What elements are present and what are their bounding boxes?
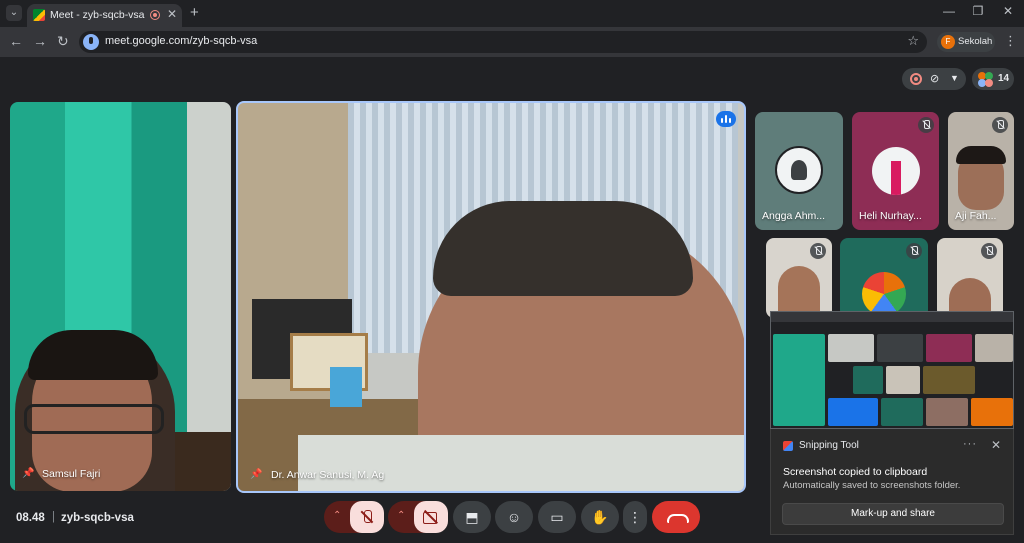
window-minimize-button[interactable]: — — [941, 4, 957, 18]
mic-off-icon — [981, 243, 997, 259]
snipping-tool-icon — [783, 441, 793, 451]
screenshot-preview[interactable] — [770, 311, 1014, 429]
video-tile-main-speaker[interactable]: 📌 Dr. Anwar Sanusi, M. Ag — [236, 101, 746, 493]
audio-settings-chevron-icon[interactable]: ⌃ — [333, 510, 341, 521]
captions-button[interactable]: ▭ — [538, 501, 576, 533]
tab-close-icon[interactable]: ✕ — [167, 7, 177, 21]
camera-off-icon: ⊘ — [930, 73, 940, 85]
meeting-code: zyb-sqcb-vsa — [61, 512, 134, 524]
mic-off-icon — [992, 117, 1008, 133]
preview-tile — [828, 398, 878, 426]
video-tile-angga[interactable]: Angga Ahm... — [755, 112, 843, 230]
avatar — [872, 147, 920, 195]
microphone-permission-icon[interactable] — [83, 34, 99, 50]
chevron-down-icon: ▼ — [950, 73, 959, 83]
preview-tile — [923, 366, 975, 394]
person-glasses — [24, 404, 164, 434]
window-restore-button[interactable]: ❐ — [970, 4, 986, 18]
recording-controls[interactable]: ⊘ ▼ — [902, 68, 966, 90]
separator: | — [52, 511, 55, 523]
participant-name: Dr. Anwar Sanusi, M. Ag — [271, 469, 385, 481]
more-options-icon[interactable]: ··· — [963, 438, 977, 450]
screen: ⌄ Meet - zyb-sqcb-vsa ✕ + — ❐ ✕ ← → ↻ me… — [0, 0, 1024, 543]
profile-name: Sekolah — [958, 36, 993, 47]
toast-subtitle: Automatically saved to screenshots folde… — [783, 480, 961, 491]
speaking-indicator-icon — [716, 111, 736, 127]
avatar — [775, 146, 823, 194]
video-settings-chevron-icon[interactable]: ⌃ — [397, 510, 405, 521]
mic-off-icon — [906, 243, 922, 259]
reactions-button[interactable]: ☺ — [495, 501, 533, 533]
preview-tile — [926, 398, 968, 426]
camera-control: ⌃ — [388, 501, 448, 533]
preview-browser-bar — [771, 312, 1013, 322]
preview-tile — [853, 366, 883, 394]
tab-meet[interactable]: Meet - zyb-sqcb-vsa ✕ — [27, 4, 182, 27]
preview-tile — [773, 334, 825, 426]
recording-icon — [910, 73, 922, 85]
video-tile-heli[interactable]: Heli Nurhay... — [852, 112, 939, 230]
participants-button[interactable]: 14 — [972, 68, 1014, 90]
bookmark-star-icon[interactable]: ☆ — [907, 33, 919, 49]
recording-indicator-icon — [150, 10, 160, 20]
tab-title: Meet - zyb-sqcb-vsa — [50, 9, 145, 21]
profile-avatar: F — [941, 35, 955, 49]
mic-off-icon — [918, 117, 934, 133]
participant-name: Samsul Fajri — [42, 468, 101, 480]
tab-search-icon[interactable]: ⌄ — [6, 5, 22, 21]
preview-tile — [926, 334, 972, 362]
new-tab-button[interactable]: + — [190, 4, 199, 21]
more-options-button[interactable]: ⋮ — [623, 501, 647, 533]
address-bar[interactable]: meet.google.com/zyb-sqcb-vsa ☆ — [79, 31, 927, 53]
background-object — [330, 367, 362, 407]
person-hair — [28, 330, 158, 380]
person-shirt — [298, 435, 744, 491]
participant-count: 14 — [998, 73, 1010, 84]
mark-up-and-share-button[interactable]: Mark-up and share — [782, 503, 1004, 525]
browser-tab-bar: ⌄ Meet - zyb-sqcb-vsa ✕ + — ❐ ✕ — [0, 0, 1024, 27]
meeting-time: 08.48 — [16, 512, 45, 524]
video-tile-participant[interactable] — [937, 238, 1003, 318]
person-hair — [433, 201, 693, 296]
raise-hand-button[interactable]: ✋ — [581, 501, 619, 533]
preview-tile — [971, 398, 1013, 426]
window-close-button[interactable]: ✕ — [1000, 4, 1016, 18]
toast-title: Screenshot copied to clipboard — [783, 466, 928, 478]
close-icon[interactable]: ✕ — [991, 438, 1001, 452]
video-tile-samsul[interactable]: 📌 Samsul Fajri — [10, 102, 231, 491]
forward-arrow-icon[interactable]: → — [33, 33, 47, 49]
video-tile-aji[interactable]: Aji Fah... — [948, 112, 1014, 230]
toast-app-name: Snipping Tool — [799, 440, 859, 451]
snipping-tool-notification: Snipping Tool ··· ✕ Screenshot copied to… — [770, 429, 1014, 535]
address-url: meet.google.com/zyb-sqcb-vsa — [105, 35, 258, 47]
preview-tile — [886, 366, 920, 394]
preview-tile — [877, 334, 923, 362]
avatar — [862, 272, 906, 316]
video-tile-participant[interactable] — [766, 238, 832, 318]
pin-icon[interactable]: 📌 — [22, 468, 34, 479]
back-arrow-icon[interactable]: ← — [9, 33, 23, 49]
preview-tile — [975, 334, 1013, 362]
browser-toolbar: ← → ↻ meet.google.com/zyb-sqcb-vsa ☆ F S… — [0, 27, 1024, 57]
participant-name: Heli Nurhay... — [859, 210, 922, 222]
preview-tile — [828, 334, 874, 362]
camera-toggle-button[interactable] — [414, 501, 448, 533]
mic-toggle-button[interactable] — [350, 501, 384, 533]
pin-icon[interactable]: 📌 — [250, 469, 262, 480]
present-screen-button[interactable]: ⬒ — [453, 501, 491, 533]
end-call-button[interactable] — [652, 501, 700, 533]
participant-name: Angga Ahm... — [762, 210, 826, 222]
browser-menu-icon[interactable]: ⋮ — [1004, 33, 1017, 49]
profile-button[interactable]: F Sekolah — [937, 32, 995, 52]
preview-tile — [881, 398, 923, 426]
mic-off-icon — [810, 243, 826, 259]
microphone-control: ⌃ — [324, 501, 384, 533]
video-tile-participant[interactable] — [840, 238, 928, 318]
participant-name: Aji Fah... — [955, 210, 997, 222]
participant-avatar-icon — [985, 79, 993, 87]
person-hair — [956, 146, 1006, 164]
reload-icon[interactable]: ↻ — [57, 33, 69, 50]
meet-favicon-icon — [33, 9, 45, 21]
